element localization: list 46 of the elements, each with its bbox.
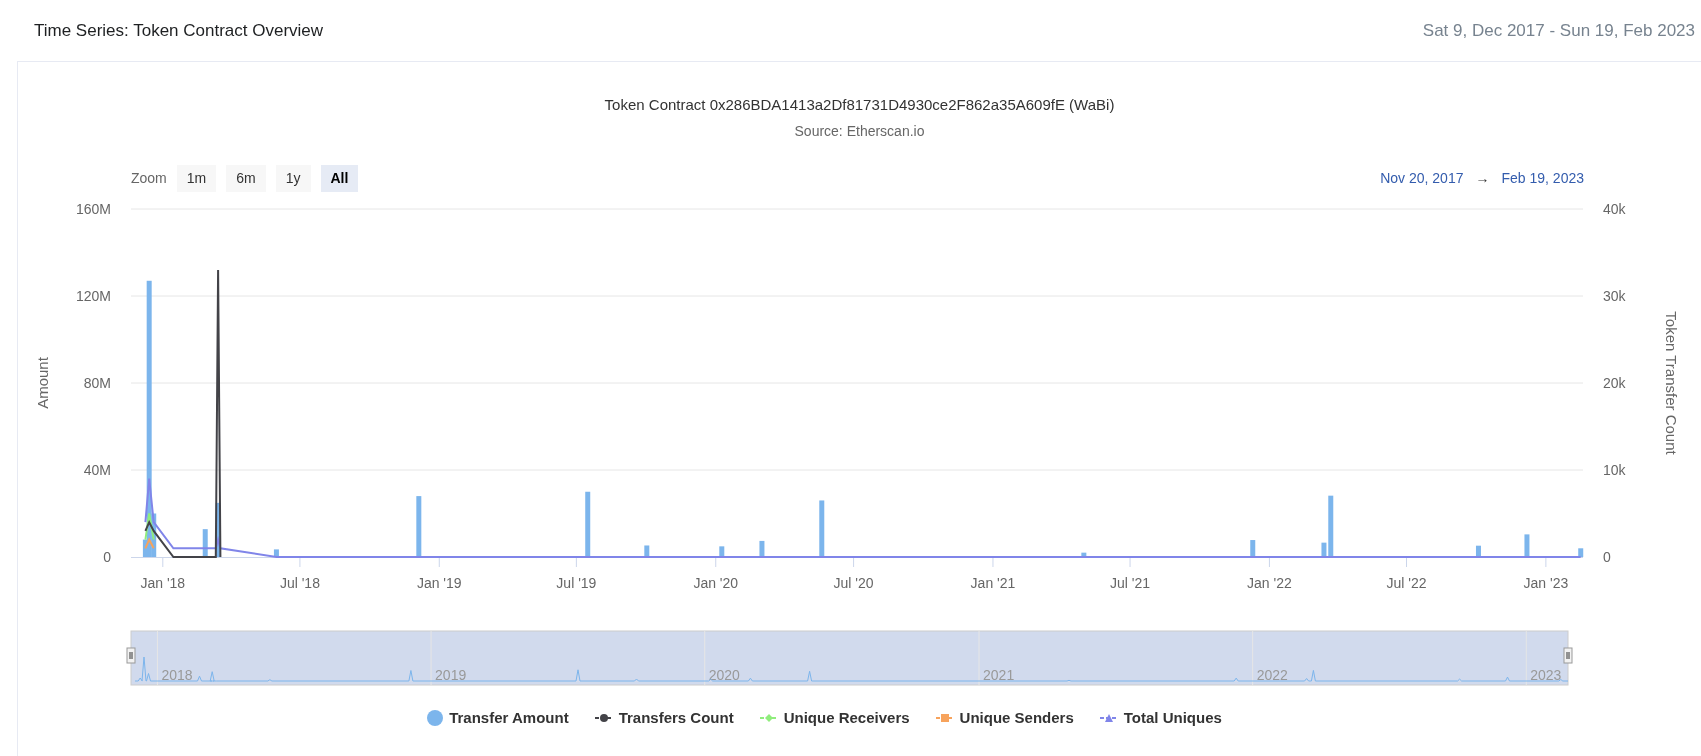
x-axis-label: Jan '21 bbox=[970, 575, 1016, 591]
range-start-date[interactable]: Nov 20, 2017 bbox=[1380, 167, 1464, 189]
y-axis-label: 0 bbox=[1603, 549, 1611, 565]
y-axis-label: 80M bbox=[83, 375, 111, 391]
y-axis-label: 40M bbox=[83, 462, 111, 478]
navigator-year-label: 2019 bbox=[435, 667, 467, 683]
zoom-button[interactable]: 6m bbox=[226, 164, 266, 192]
y-axis-label: 30k bbox=[1603, 288, 1626, 304]
panel-title: Time Series: Token Contract Overview bbox=[34, 19, 324, 42]
range-end-date[interactable]: Feb 19, 2023 bbox=[1501, 167, 1584, 189]
range-arrow: → bbox=[1475, 168, 1490, 188]
legend-item[interactable]: Unique Senders bbox=[959, 706, 1074, 730]
y-axis-title: Token Transfer Count bbox=[1663, 311, 1680, 455]
navigator-year-label: 2021 bbox=[983, 667, 1015, 683]
date-range: Sat 9, Dec 2017 - Sun 19, Feb 2023 bbox=[1422, 19, 1695, 42]
x-axis-label: Jan '18 bbox=[140, 575, 186, 591]
x-axis-label: Jul '19 bbox=[556, 575, 597, 591]
y-axis-label: 0 bbox=[103, 549, 111, 565]
legend-item[interactable]: Transfers Count bbox=[618, 706, 734, 730]
navigator-year-label: 2018 bbox=[161, 667, 193, 683]
y-axis-label: 120M bbox=[75, 288, 111, 304]
y-axis-title: Amount bbox=[34, 357, 51, 409]
x-axis-label: Jul '22 bbox=[1386, 575, 1427, 591]
x-axis-label: Jan '23 bbox=[1523, 575, 1569, 591]
legend-item[interactable]: Total Uniques bbox=[1123, 706, 1222, 730]
y-axis-label: 40k bbox=[1603, 201, 1626, 217]
navigator-year-label: 2022 bbox=[1256, 667, 1288, 683]
chart-subtitle: Source: Etherscan.io bbox=[794, 122, 925, 141]
x-axis-label: Jul '21 bbox=[1110, 575, 1151, 591]
x-axis-label: Jul '20 bbox=[833, 575, 874, 591]
navigator-year-label: 2020 bbox=[708, 667, 740, 683]
legend-item[interactable]: Unique Receivers bbox=[783, 706, 910, 730]
x-axis-label: Jul '18 bbox=[279, 575, 320, 591]
chart-title: Token Contract 0x286BDA1413a2Df81731D4930ce2F862a35A609fE (WaBi) bbox=[604, 95, 1115, 115]
zoom-button[interactable]: 1m bbox=[176, 164, 217, 192]
navigator-year-label: 2023 bbox=[1530, 667, 1562, 683]
y-axis-label: 20k bbox=[1603, 375, 1626, 391]
zoom-label: Zoom bbox=[131, 168, 167, 188]
zoom-button[interactable]: 1y bbox=[275, 164, 311, 192]
y-axis-label: 10k bbox=[1603, 462, 1626, 478]
x-axis-label: Jan '20 bbox=[693, 575, 739, 591]
legend-item[interactable]: Transfer Amount bbox=[449, 706, 569, 730]
x-axis-label: Jan '19 bbox=[416, 575, 462, 591]
x-axis-label: Jan '22 bbox=[1247, 575, 1292, 591]
y-axis-label: 160M bbox=[75, 201, 111, 217]
zoom-button[interactable]: All bbox=[320, 164, 359, 192]
